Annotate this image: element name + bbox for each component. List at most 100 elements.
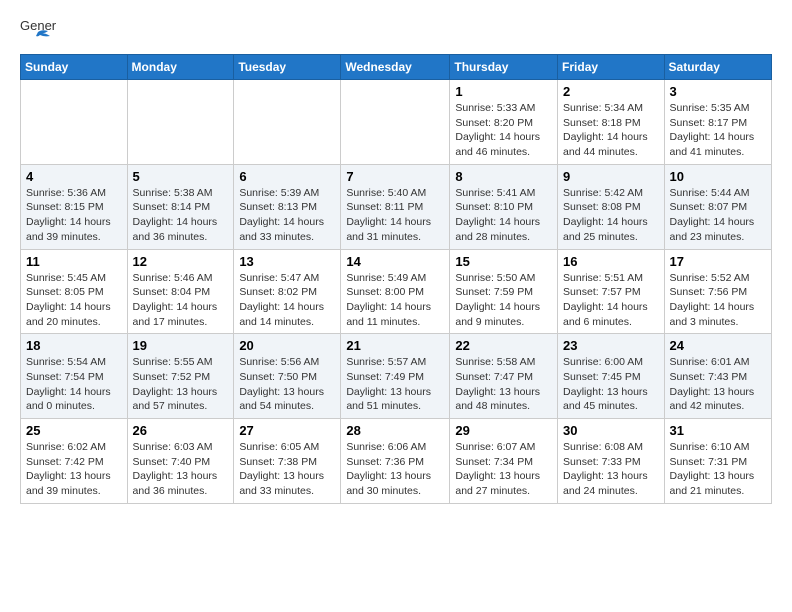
day-info: Sunrise: 6:00 AM Sunset: 7:45 PM Dayligh…: [563, 355, 659, 414]
calendar-cell: 27 Sunrise: 6:05 AM Sunset: 7:38 PM Dayli…: [234, 419, 341, 504]
day-number: 16: [563, 254, 659, 269]
calendar-cell: 30 Sunrise: 6:08 AM Sunset: 7:33 PM Dayli…: [558, 419, 665, 504]
day-info: Sunrise: 5:52 AM Sunset: 7:56 PM Dayligh…: [670, 271, 766, 330]
day-number: 14: [346, 254, 444, 269]
day-number: 30: [563, 423, 659, 438]
day-of-week-header: Saturday: [664, 55, 771, 80]
calendar-cell: 7 Sunrise: 5:40 AM Sunset: 8:11 PM Daylig…: [341, 164, 450, 249]
day-number: 8: [455, 169, 552, 184]
day-info: Sunrise: 6:08 AM Sunset: 7:33 PM Dayligh…: [563, 440, 659, 499]
calendar-cell: [21, 80, 128, 165]
svg-text:General: General: [20, 18, 56, 33]
day-info: Sunrise: 5:44 AM Sunset: 8:07 PM Dayligh…: [670, 186, 766, 245]
day-info: Sunrise: 5:50 AM Sunset: 7:59 PM Dayligh…: [455, 271, 552, 330]
day-number: 4: [26, 169, 122, 184]
day-info: Sunrise: 5:33 AM Sunset: 8:20 PM Dayligh…: [455, 101, 552, 160]
calendar-cell: 6 Sunrise: 5:39 AM Sunset: 8:13 PM Daylig…: [234, 164, 341, 249]
calendar-cell: 16 Sunrise: 5:51 AM Sunset: 7:57 PM Dayli…: [558, 249, 665, 334]
day-number: 6: [239, 169, 335, 184]
day-of-week-header: Wednesday: [341, 55, 450, 80]
day-of-week-header: Friday: [558, 55, 665, 80]
calendar-cell: 26 Sunrise: 6:03 AM Sunset: 7:40 PM Dayli…: [127, 419, 234, 504]
day-number: 27: [239, 423, 335, 438]
day-number: 11: [26, 254, 122, 269]
day-number: 15: [455, 254, 552, 269]
day-info: Sunrise: 5:55 AM Sunset: 7:52 PM Dayligh…: [133, 355, 229, 414]
calendar-week-row: 4 Sunrise: 5:36 AM Sunset: 8:15 PM Daylig…: [21, 164, 772, 249]
calendar-table: SundayMondayTuesdayWednesdayThursdayFrid…: [20, 54, 772, 504]
day-info: Sunrise: 5:39 AM Sunset: 8:13 PM Dayligh…: [239, 186, 335, 245]
day-info: Sunrise: 6:02 AM Sunset: 7:42 PM Dayligh…: [26, 440, 122, 499]
day-info: Sunrise: 5:34 AM Sunset: 8:18 PM Dayligh…: [563, 101, 659, 160]
day-info: Sunrise: 5:41 AM Sunset: 8:10 PM Dayligh…: [455, 186, 552, 245]
logo: General: [20, 16, 60, 46]
day-info: Sunrise: 5:51 AM Sunset: 7:57 PM Dayligh…: [563, 271, 659, 330]
calendar-cell: 15 Sunrise: 5:50 AM Sunset: 7:59 PM Dayli…: [450, 249, 558, 334]
day-info: Sunrise: 6:01 AM Sunset: 7:43 PM Dayligh…: [670, 355, 766, 414]
day-info: Sunrise: 6:06 AM Sunset: 7:36 PM Dayligh…: [346, 440, 444, 499]
calendar-header-row: SundayMondayTuesdayWednesdayThursdayFrid…: [21, 55, 772, 80]
calendar-cell: 9 Sunrise: 5:42 AM Sunset: 8:08 PM Daylig…: [558, 164, 665, 249]
calendar-week-row: 18 Sunrise: 5:54 AM Sunset: 7:54 PM Dayli…: [21, 334, 772, 419]
day-number: 5: [133, 169, 229, 184]
day-number: 22: [455, 338, 552, 353]
day-number: 3: [670, 84, 766, 99]
day-info: Sunrise: 5:49 AM Sunset: 8:00 PM Dayligh…: [346, 271, 444, 330]
calendar-cell: 23 Sunrise: 6:00 AM Sunset: 7:45 PM Dayli…: [558, 334, 665, 419]
day-number: 20: [239, 338, 335, 353]
day-info: Sunrise: 5:38 AM Sunset: 8:14 PM Dayligh…: [133, 186, 229, 245]
day-info: Sunrise: 5:56 AM Sunset: 7:50 PM Dayligh…: [239, 355, 335, 414]
day-number: 28: [346, 423, 444, 438]
day-info: Sunrise: 5:47 AM Sunset: 8:02 PM Dayligh…: [239, 271, 335, 330]
day-number: 21: [346, 338, 444, 353]
calendar-cell: 13 Sunrise: 5:47 AM Sunset: 8:02 PM Dayli…: [234, 249, 341, 334]
calendar-cell: 10 Sunrise: 5:44 AM Sunset: 8:07 PM Dayli…: [664, 164, 771, 249]
calendar-cell: [234, 80, 341, 165]
calendar-cell: 31Sunrise: 6:10 AM Sunset: 7:31 PM Dayli…: [664, 419, 771, 504]
day-info: Sunrise: 5:42 AM Sunset: 8:08 PM Dayligh…: [563, 186, 659, 245]
day-number: 25: [26, 423, 122, 438]
day-info: Sunrise: 6:10 AM Sunset: 7:31 PM Dayligh…: [670, 440, 766, 499]
day-info: Sunrise: 6:05 AM Sunset: 7:38 PM Dayligh…: [239, 440, 335, 499]
calendar-cell: 12 Sunrise: 5:46 AM Sunset: 8:04 PM Dayli…: [127, 249, 234, 334]
calendar-week-row: 11 Sunrise: 5:45 AM Sunset: 8:05 PM Dayli…: [21, 249, 772, 334]
day-number: 12: [133, 254, 229, 269]
calendar-cell: 19Sunrise: 5:55 AM Sunset: 7:52 PM Dayli…: [127, 334, 234, 419]
header: General: [20, 16, 772, 46]
day-info: Sunrise: 6:03 AM Sunset: 7:40 PM Dayligh…: [133, 440, 229, 499]
calendar-cell: 29 Sunrise: 6:07 AM Sunset: 7:34 PM Dayli…: [450, 419, 558, 504]
day-info: Sunrise: 5:40 AM Sunset: 8:11 PM Dayligh…: [346, 186, 444, 245]
day-number: 18: [26, 338, 122, 353]
calendar-cell: 20 Sunrise: 5:56 AM Sunset: 7:50 PM Dayli…: [234, 334, 341, 419]
day-info: Sunrise: 5:36 AM Sunset: 8:15 PM Dayligh…: [26, 186, 122, 245]
calendar-cell: 28 Sunrise: 6:06 AM Sunset: 7:36 PM Dayli…: [341, 419, 450, 504]
calendar-cell: 1 Sunrise: 5:33 AM Sunset: 8:20 PM Daylig…: [450, 80, 558, 165]
day-info: Sunrise: 5:45 AM Sunset: 8:05 PM Dayligh…: [26, 271, 122, 330]
calendar-cell: 22Sunrise: 5:58 AM Sunset: 7:47 PM Dayli…: [450, 334, 558, 419]
day-number: 23: [563, 338, 659, 353]
day-number: 26: [133, 423, 229, 438]
logo-icon: General: [20, 16, 56, 46]
calendar-cell: [127, 80, 234, 165]
day-number: 13: [239, 254, 335, 269]
calendar-cell: 21Sunrise: 5:57 AM Sunset: 7:49 PM Dayli…: [341, 334, 450, 419]
calendar-week-row: 1 Sunrise: 5:33 AM Sunset: 8:20 PM Daylig…: [21, 80, 772, 165]
calendar-cell: 8 Sunrise: 5:41 AM Sunset: 8:10 PM Daylig…: [450, 164, 558, 249]
day-number: 9: [563, 169, 659, 184]
day-number: 24: [670, 338, 766, 353]
day-info: Sunrise: 5:46 AM Sunset: 8:04 PM Dayligh…: [133, 271, 229, 330]
calendar-cell: 24 Sunrise: 6:01 AM Sunset: 7:43 PM Dayli…: [664, 334, 771, 419]
calendar-cell: 25 Sunrise: 6:02 AM Sunset: 7:42 PM Dayli…: [21, 419, 128, 504]
day-number: 2: [563, 84, 659, 99]
day-info: Sunrise: 5:54 AM Sunset: 7:54 PM Dayligh…: [26, 355, 122, 414]
calendar-cell: 17 Sunrise: 5:52 AM Sunset: 7:56 PM Dayli…: [664, 249, 771, 334]
day-number: 17: [670, 254, 766, 269]
day-info: Sunrise: 6:07 AM Sunset: 7:34 PM Dayligh…: [455, 440, 552, 499]
calendar-cell: 2 Sunrise: 5:34 AM Sunset: 8:18 PM Daylig…: [558, 80, 665, 165]
day-of-week-header: Sunday: [21, 55, 128, 80]
calendar-cell: 3Sunrise: 5:35 AM Sunset: 8:17 PM Daylig…: [664, 80, 771, 165]
day-number: 7: [346, 169, 444, 184]
day-number: 1: [455, 84, 552, 99]
day-number: 10: [670, 169, 766, 184]
day-number: 29: [455, 423, 552, 438]
